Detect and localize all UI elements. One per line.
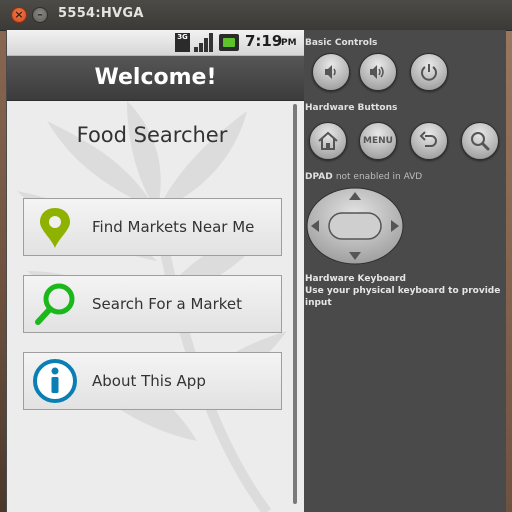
find-markets-button[interactable]: Find Markets Near Me	[23, 198, 282, 256]
about-app-label: About This App	[92, 372, 206, 390]
volume-up-button[interactable]	[359, 53, 397, 91]
home-button[interactable]	[309, 122, 347, 160]
menu-button[interactable]: MENU	[359, 122, 397, 160]
dpad-note: not enabled in AVD	[335, 172, 423, 182]
volume-up-icon	[370, 65, 384, 79]
menu-label: MENU	[363, 136, 393, 146]
status-ampm: PM	[281, 38, 297, 48]
status-bar: 3G 7:19 PM	[7, 30, 304, 56]
keyboard-title: Hardware Keyboard	[305, 274, 406, 284]
back-button[interactable]	[410, 122, 448, 160]
volume-down-button[interactable]	[312, 53, 350, 91]
minimize-icon: –	[37, 8, 43, 21]
search-button[interactable]	[461, 122, 499, 160]
hardware-buttons-title: Hardware Buttons	[305, 103, 398, 113]
app-title: Food Searcher	[76, 123, 228, 147]
back-icon	[419, 131, 437, 147]
scrollbar[interactable]	[293, 104, 297, 504]
window-title-bar: × – 5554:HVGA	[0, 0, 512, 31]
window-title: 5554:HVGA	[58, 6, 144, 21]
power-icon	[421, 64, 437, 81]
status-time: 7:19	[245, 32, 283, 50]
keyboard-note: Use your physical keyboard to provide in…	[305, 286, 501, 308]
close-icon: ×	[14, 8, 24, 21]
search-market-button[interactable]: Search For a Market	[23, 275, 282, 333]
magnifier-icon	[35, 283, 75, 325]
network-3g-icon: 3G	[175, 33, 190, 52]
emulator-controls-panel: Basic Controls Hardware Buttons MENU DPA…	[304, 30, 506, 512]
find-markets-label: Find Markets Near Me	[92, 218, 255, 236]
window-minimize-button[interactable]: –	[32, 7, 48, 23]
hardware-keyboard-info: Hardware Keyboard Use your physical keyb…	[305, 273, 506, 309]
desktop-background-right	[506, 0, 512, 512]
phone-screen: 3G 7:19 PM Welcome! Food Searcher Find M…	[7, 30, 304, 512]
volume-down-icon	[325, 65, 336, 79]
dpad-title: DPAD not enabled in AVD	[305, 172, 423, 182]
power-button[interactable]	[410, 53, 448, 91]
battery-icon	[219, 34, 239, 51]
dpad-control[interactable]	[305, 186, 405, 266]
action-bar-title: Welcome!	[94, 65, 217, 90]
signal-strength-icon	[194, 33, 213, 52]
home-icon	[318, 131, 338, 150]
main-content: Food Searcher Find Markets Near Me Searc…	[7, 101, 304, 512]
info-icon	[33, 359, 77, 403]
map-pin-icon	[40, 208, 70, 248]
search-icon	[471, 132, 490, 151]
action-bar: Welcome!	[7, 56, 304, 102]
emulator-window: 3G 7:19 PM Welcome! Food Searcher Find M…	[6, 30, 506, 512]
about-app-button[interactable]: About This App	[23, 352, 282, 410]
search-market-label: Search For a Market	[92, 295, 243, 313]
basic-controls-title: Basic Controls	[305, 38, 378, 48]
window-close-button[interactable]: ×	[11, 7, 27, 23]
